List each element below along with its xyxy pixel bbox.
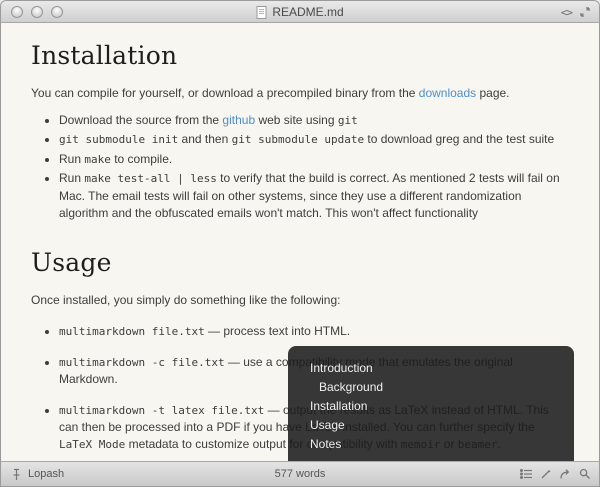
- installation-bullet-list: Download the source from the github web …: [31, 112, 569, 222]
- titlebar: README.md <>: [1, 1, 599, 23]
- document-icon: [256, 5, 267, 19]
- inline-code: multimarkdown file.txt: [59, 325, 205, 339]
- inline-text: Run: [59, 151, 85, 166]
- toc-item-usage[interactable]: Usage: [310, 419, 574, 431]
- app-window: README.md <> Installation You can compil…: [0, 0, 600, 487]
- list-item: Download the source from the github web …: [59, 112, 569, 129]
- inline-text: page.: [476, 86, 510, 100]
- inline-code: multimarkdown -t latex file.txt: [59, 403, 265, 417]
- inline-text: — process text into HTML.: [204, 324, 351, 339]
- word-count: 577 words: [274, 468, 326, 480]
- inline-code: git submodule init: [59, 133, 179, 147]
- toc-popup: Introduction Background Installation Usa…: [288, 346, 574, 461]
- window-title-area: README.md: [1, 1, 599, 23]
- fullscreen-icon[interactable]: [579, 6, 591, 18]
- search-icon[interactable]: [579, 468, 591, 480]
- window-title: README.md: [272, 5, 344, 19]
- section-heading-usage: Usage: [31, 248, 112, 278]
- toc-list-icon[interactable]: [520, 468, 533, 480]
- inline-link[interactable]: github: [222, 113, 255, 127]
- inline-code: make: [84, 152, 111, 166]
- usage-intro-paragraph: Once installed, you simply do something …: [31, 293, 341, 308]
- list-item: Run make test-all | less to verify that …: [59, 170, 569, 222]
- share-icon[interactable]: [559, 468, 572, 480]
- toc-item-notes[interactable]: Notes: [310, 438, 574, 450]
- inline-text: Run: [59, 171, 85, 186]
- toc-item-introduction[interactable]: Introduction: [310, 362, 574, 374]
- inline-text: Download the source from the: [59, 113, 223, 127]
- inline-text: web site using: [255, 113, 338, 127]
- toc-item-background[interactable]: Background: [310, 381, 574, 393]
- list-item: git submodule init and then git submodul…: [59, 131, 569, 148]
- inline-text: to compile.: [110, 151, 173, 166]
- installation-intro-paragraph: You can compile for yourself, or downloa…: [31, 84, 569, 102]
- list-item: multimarkdown file.txt — process text in…: [59, 323, 569, 340]
- inline-code: LaTeX Mode: [59, 438, 126, 452]
- inline-code: git submodule update: [231, 133, 365, 147]
- inline-text: and then: [178, 132, 232, 147]
- statusbar: Lopash 577 words: [1, 461, 599, 486]
- inline-link[interactable]: downloads: [419, 86, 476, 100]
- edit-pen-icon[interactable]: [540, 468, 552, 480]
- inline-code: make test-all | less: [84, 172, 217, 186]
- inline-text: You can compile for yourself, or downloa…: [31, 86, 419, 100]
- toc-item-installation[interactable]: Installation: [310, 400, 574, 412]
- inline-code: multimarkdown -c file.txt: [59, 355, 225, 369]
- inline-code: git: [337, 114, 358, 127]
- list-item: Run make to compile.: [59, 151, 569, 168]
- section-heading-installation: Installation: [31, 41, 178, 70]
- inline-text: to download greg and the test suite: [364, 132, 555, 147]
- source-code-toggle-icon[interactable]: <>: [561, 6, 573, 19]
